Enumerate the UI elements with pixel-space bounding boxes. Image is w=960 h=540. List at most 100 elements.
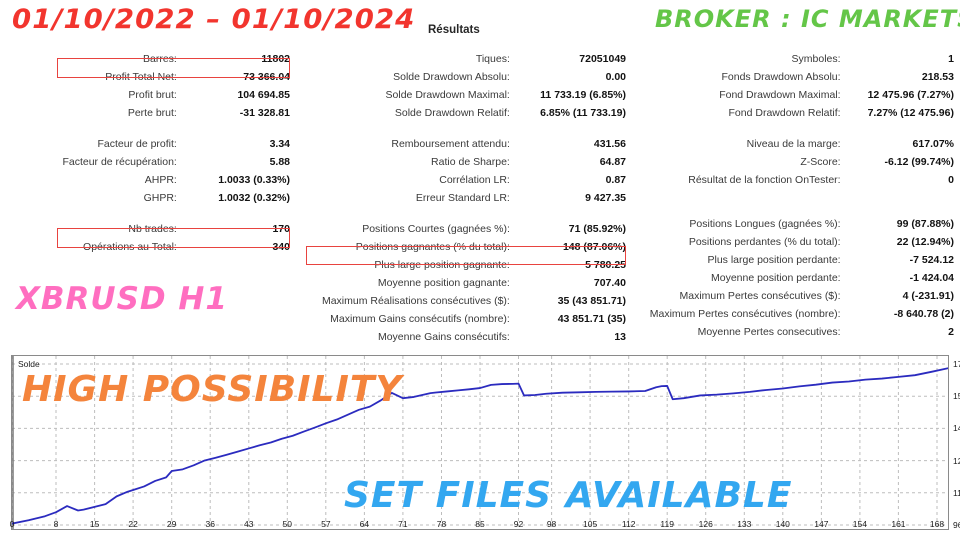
stats-row: Résultat de la fonction OnTester: 0 (632, 171, 958, 189)
stats-row-label: Moyenne Pertes consecutives: (697, 326, 841, 338)
stats-row-value: 1.0032 (0.32%) (218, 192, 290, 204)
stats-row: Corrélation LR: 0.87 (296, 171, 630, 189)
stats-row-label: Fonds Drawdown Absolu: (721, 71, 841, 83)
stats-row-value: 5.88 (269, 156, 290, 168)
stats-row: Tiques: 72051049 (296, 50, 630, 68)
report-column-right: Symboles: 1 Fonds Drawdown Absolu: 218.53 Fo… (632, 50, 958, 341)
stats-row-label: Positions Longues (gagnées %): (689, 218, 841, 230)
chart-x-tick-label: 154 (852, 519, 867, 529)
stats-table-right: Symboles: 1 Fonds Drawdown Absolu: 218.53 Fo… (632, 50, 958, 341)
stats-row-label: Facteur de profit: (97, 138, 177, 150)
stats-row-value: 99 (87.88%) (896, 218, 954, 230)
stats-row-label: Solde Drawdown Absolu: (393, 71, 510, 83)
stats-table-left: Barres: 11802 Profit Total Net: 73 366.04 Pr… (2, 50, 294, 256)
stats-row: Fonds Drawdown Absolu: 218.53 (632, 68, 958, 86)
stats-row-value: -8 640.78 (2) (893, 308, 954, 320)
report-column-left: Barres: 11802 Profit Total Net: 73 366.04 Pr… (2, 50, 294, 256)
chart-x-tick-label: 168 (929, 519, 945, 529)
stats-row-label: Positions Courtes (gagnées %): (362, 223, 510, 235)
stats-row: Profit brut: 104 694.85 (2, 86, 294, 104)
stats-row: Facteur de récupération: 5.88 (2, 153, 294, 171)
promo-symbol-timeframe: XBRUSD H1 (16, 281, 228, 317)
stats-row-label: Positions perdantes (% du total): (688, 236, 841, 248)
stats-row: Positions Courtes (gagnées %): 71 (85.92%… (296, 220, 630, 238)
stats-row-label: Niveau de la marge: (746, 138, 841, 150)
stats-row: Facteur de profit: 3.34 (2, 135, 294, 153)
stats-table-middle: Tiques: 72051049 Solde Drawdown Absolu: 0.0… (296, 50, 630, 346)
chart-x-tick-label: 112 (621, 519, 636, 529)
stats-row-value: 35 (43 851.71) (557, 295, 626, 307)
stats-row: Maximum Pertes consécutives ($): 4 (-231.… (632, 287, 958, 305)
stats-row-label: Moyenne position perdante: (710, 272, 841, 284)
stats-row-value: 12 475.96 (7.27%) (867, 89, 954, 101)
stats-row-label: GHPR: (143, 192, 177, 204)
stats-row-value: 72051049 (579, 53, 626, 65)
stats-row-label: Maximum Gains consécutifs (nombre): (330, 313, 510, 325)
stats-row-value: 2 (948, 326, 954, 338)
stats-row-value: 1 (948, 53, 954, 65)
chart-x-tick-label: 119 (660, 519, 674, 529)
stats-row: Maximum Gains consécutifs (nombre): 43 85… (296, 310, 630, 328)
stats-row-label: Moyenne Gains consécutifs: (377, 331, 510, 343)
highlight-box-positions-gagnantes (306, 246, 626, 265)
stats-row-label: Résultat de la fonction OnTester: (688, 174, 841, 186)
report-title: Résultats (428, 24, 480, 36)
stats-row-value: 64.87 (599, 156, 626, 168)
chart-y-tick-label: 142092 (953, 423, 960, 434)
chart-x-tick-label: 22 (128, 519, 138, 529)
stats-row-label: Fond Drawdown Maximal: (719, 89, 841, 101)
screenshot-root: Résultats Barres: 11802 Profit Total Net: 7… (0, 0, 960, 540)
promo-date-range: 01/10/2022 – 01/10/2024 (12, 4, 416, 35)
stats-row-label: Facteur de récupération: (62, 156, 177, 168)
chart-x-tick-label: 36 (205, 519, 215, 529)
chart-legend-solde: Solde (16, 359, 42, 369)
chart-y-tick-label: 157346 (953, 391, 960, 402)
promo-high-possibility: HIGH POSSIBILITY (22, 369, 403, 410)
stats-spacer-row (2, 122, 294, 135)
chart-x-tick-label: 126 (698, 519, 713, 529)
stats-row-value: 13 (614, 331, 626, 343)
stats-row-label: AHPR: (144, 174, 177, 186)
stats-row: Positions Longues (gagnées %): 99 (87.88%… (632, 215, 958, 233)
stats-spacer-row (296, 122, 630, 135)
stats-row: Moyenne Gains consécutifs: 13 (296, 328, 630, 346)
chart-x-tick-label: 8 (53, 519, 59, 529)
promo-broker: BROKER : IC MARKETS (655, 5, 960, 33)
stats-row: AHPR: 1.0033 (0.33%) (2, 171, 294, 189)
stats-row: Maximum Réalisations consécutives ($): 35… (296, 292, 630, 310)
stats-row-label: Fond Drawdown Relatif: (728, 107, 841, 119)
stats-row-value: 7.27% (12 475.96) (867, 107, 954, 119)
stats-row-value: 617.07% (912, 138, 954, 150)
chart-y-tick-label: 126839 (953, 455, 960, 466)
stats-row-label: Ratio de Sharpe: (431, 156, 510, 168)
stats-spacer-row (296, 207, 630, 220)
stats-row-label: Z-Score: (800, 156, 841, 168)
stats-row-label: Corrélation LR: (439, 174, 510, 186)
chart-y-tick-label: 96332 (953, 520, 960, 530)
chart-x-tick-label: 71 (398, 519, 408, 529)
stats-row-value: 71 (85.92%) (568, 223, 626, 235)
chart-y-tick-label: 172599 (953, 359, 960, 369)
stats-row-label: Maximum Réalisations consécutives ($): (321, 295, 510, 307)
stats-row-value: 22 (12.94%) (896, 236, 954, 248)
report-column-middle: Tiques: 72051049 Solde Drawdown Absolu: 0.0… (296, 50, 630, 346)
stats-row-value: -7 524.12 (909, 254, 954, 266)
chart-y-tick-label: 111585 (953, 487, 960, 498)
chart-y-axis: 96332 111585 126839 142092 157346 172599 (949, 355, 960, 530)
stats-row: Niveau de la marge: 617.07% (632, 135, 958, 153)
stats-row: GHPR: 1.0032 (0.32%) (2, 189, 294, 207)
stats-row-label: Tiques: (475, 53, 510, 65)
stats-row-label: Maximum Pertes consécutives (nombre): (649, 308, 841, 320)
stats-row-value: 431.56 (593, 138, 626, 150)
stats-row-value: 9 427.35 (585, 192, 626, 204)
stats-row: Ratio de Sharpe: 64.87 (296, 153, 630, 171)
stats-row-value: 0.00 (605, 71, 626, 83)
stats-row-label: Moyenne position gagnante: (377, 277, 510, 289)
stats-row: Symboles: 1 (632, 50, 958, 68)
chart-x-tick-label: 92 (513, 519, 524, 529)
stats-row: Solde Drawdown Maximal: 11 733.19 (6.85%) (296, 86, 630, 104)
stats-row-value: 0 (948, 174, 954, 186)
stats-row: Plus large position perdante: -7 524.12 (632, 251, 958, 269)
stats-row: Solde Drawdown Absolu: 0.00 (296, 68, 630, 86)
stats-row: Solde Drawdown Relatif: 6.85% (11 733.19) (296, 104, 630, 122)
